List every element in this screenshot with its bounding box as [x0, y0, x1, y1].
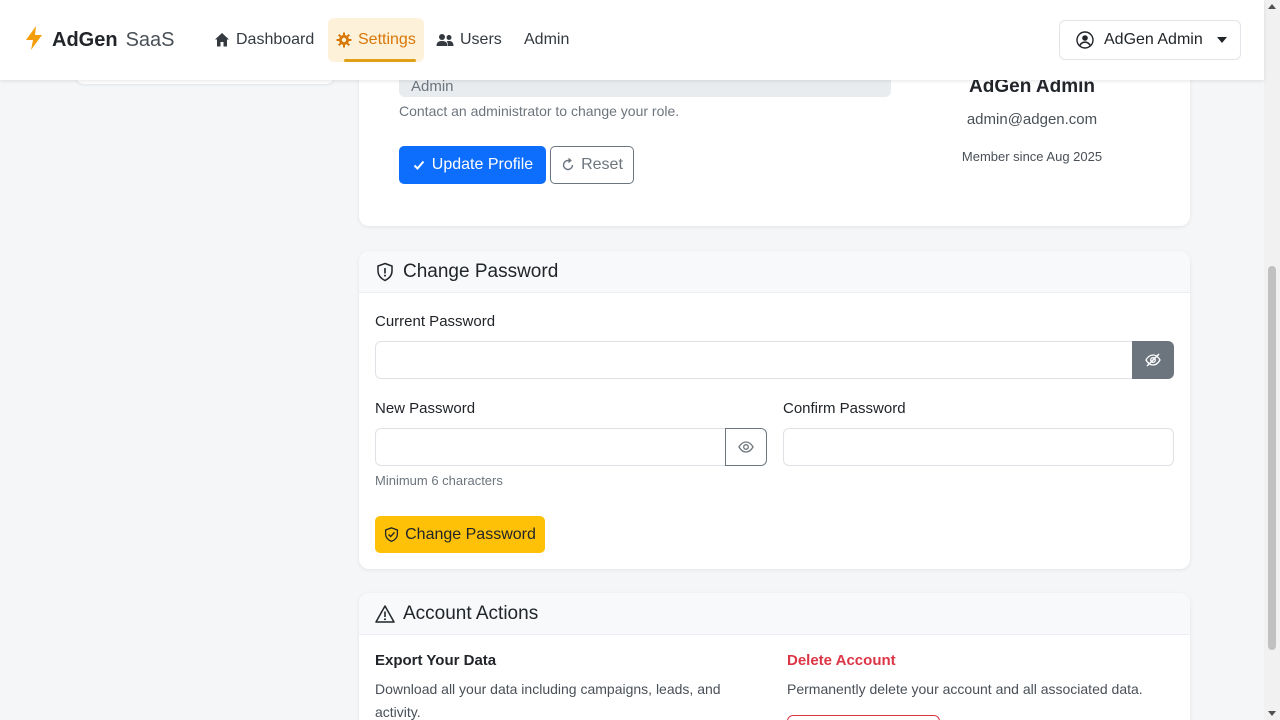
account-actions-title: Account Actions [403, 602, 539, 624]
new-password-input[interactable] [376, 429, 725, 465]
scroll-up-arrow-icon[interactable] [1268, 4, 1276, 9]
confirm-password-field[interactable] [783, 428, 1174, 466]
change-password-header: Change Password [359, 251, 1190, 293]
nav-settings-label: Settings [358, 31, 416, 48]
reset-label: Reset [581, 156, 623, 173]
brand-logo[interactable]: AdGen SaaS [24, 26, 175, 54]
change-password-button-label: Change Password [405, 525, 536, 543]
account-actions-header: Account Actions [359, 593, 1190, 635]
nav-admin[interactable]: Admin [516, 18, 577, 62]
brand-suffix: SaaS [125, 28, 175, 51]
gear-icon [336, 32, 352, 48]
shield-exclamation-icon [377, 262, 393, 281]
current-password-field[interactable] [375, 341, 1133, 379]
new-password-field[interactable] [375, 428, 726, 466]
user-menu-dropdown[interactable]: AdGen Admin [1059, 20, 1241, 60]
page-scrollbar[interactable] [1264, 0, 1280, 720]
role-help-text: Contact an administrator to change your … [399, 103, 680, 119]
scroll-thumb[interactable] [1268, 266, 1276, 650]
users-icon [436, 34, 454, 46]
account-actions-card: Account Actions Export Your Data Downloa… [359, 593, 1190, 720]
change-password-title: Change Password [403, 260, 559, 282]
nav-users[interactable]: Users [428, 18, 510, 62]
delete-account-title: Delete Account [787, 652, 896, 669]
update-profile-label: Update Profile [431, 156, 534, 173]
eye-icon [738, 441, 754, 453]
refresh-icon [562, 158, 574, 171]
member-since: Member since Aug 2025 [961, 149, 1103, 164]
eye-slash-icon [1145, 353, 1161, 367]
profile-summary: AdGen Admin admin@adgen.com Member since… [932, 76, 1132, 164]
brand-name: AdGen [52, 28, 118, 51]
chevron-down-icon [1216, 37, 1227, 43]
delete-account-description: Permanently delete your account and all … [787, 681, 1143, 697]
check-icon [413, 160, 425, 170]
nav-settings[interactable]: Settings [328, 18, 424, 62]
user-menu-name: AdGen Admin [1104, 31, 1203, 48]
toggle-new-password-button[interactable] [725, 428, 767, 466]
update-profile-button[interactable]: Update Profile [399, 146, 546, 184]
delete-account-button[interactable] [787, 715, 940, 720]
lightning-icon [24, 26, 44, 54]
shield-check-icon [385, 527, 399, 542]
user-circle-icon [1076, 31, 1094, 49]
export-data-title: Export Your Data [375, 652, 497, 669]
export-data-description: Download all your data including campaig… [375, 681, 721, 720]
top-navbar: AdGen SaaS Dashboard Settings Users Admi… [0, 0, 1264, 80]
warning-triangle-icon [375, 604, 395, 623]
change-password-card: Change Password Current Password New Pas… [359, 251, 1190, 569]
new-password-help: Minimum 6 characters [375, 473, 503, 488]
reset-button[interactable]: Reset [550, 146, 634, 184]
confirm-password-label: Confirm Password [783, 400, 906, 417]
current-password-input[interactable] [376, 342, 1132, 378]
role-value: Admin [411, 78, 454, 95]
nav-users-label: Users [460, 31, 502, 48]
confirm-password-input[interactable] [784, 429, 1173, 465]
toggle-current-password-button[interactable] [1132, 341, 1174, 379]
summary-email: admin@adgen.com [966, 111, 1098, 128]
current-password-label: Current Password [375, 313, 496, 330]
scroll-down-arrow-icon[interactable] [1268, 711, 1276, 716]
change-password-button[interactable]: Change Password [375, 516, 545, 553]
new-password-label: New Password [375, 400, 476, 417]
nav-dashboard[interactable]: Dashboard [206, 18, 322, 62]
nav-dashboard-label: Dashboard [236, 31, 315, 48]
nav-admin-label: Admin [524, 31, 570, 48]
home-icon [215, 33, 229, 47]
